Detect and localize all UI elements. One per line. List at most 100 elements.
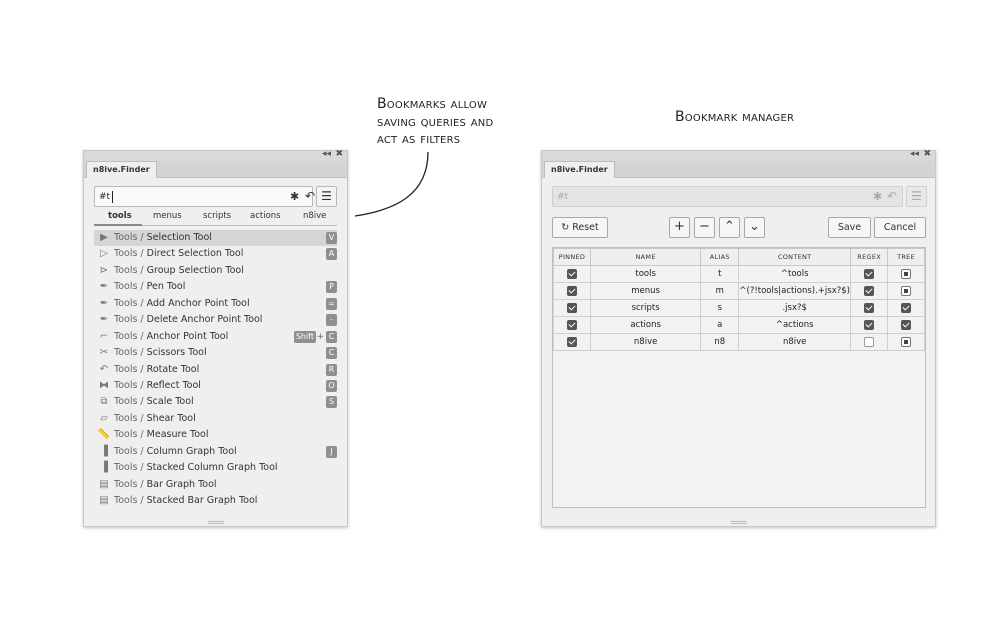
pinned-checkbox[interactable]	[566, 319, 577, 330]
result-row[interactable]: ▐ Tools / Stacked Column Graph Tool	[94, 460, 337, 476]
regex-checkbox[interactable]	[864, 319, 875, 330]
tree-checkbox[interactable]	[901, 302, 912, 313]
column-header-tree[interactable]: Tree	[887, 248, 925, 266]
pinned-checkbox[interactable]	[566, 285, 577, 296]
remove-bookmark-button[interactable]: −	[694, 217, 715, 238]
add-bookmark-button[interactable]: +	[669, 217, 690, 238]
undo-icon[interactable]: ↶	[305, 189, 315, 203]
result-row[interactable]: ⧓ Tools / Reflect Tool O	[94, 378, 337, 394]
pinned-checkbox[interactable]	[566, 336, 577, 347]
pinned-checkbox[interactable]	[566, 302, 577, 313]
result-row[interactable]: ▶ Tools / Selection Tool V	[94, 230, 337, 247]
cell-regex[interactable]	[850, 316, 889, 334]
result-row[interactable]: ▱ Tools / Shear Tool	[94, 411, 337, 427]
filter-tab-tools[interactable]: tools	[108, 211, 132, 221]
cell-alias[interactable]: n8	[700, 333, 740, 351]
result-row[interactable]: ✂ Tools / Scissors Tool C	[94, 345, 337, 361]
finder-titlebar[interactable]: ◂◂ ✖	[84, 149, 347, 161]
manager-tab[interactable]: n8ive.Finder	[544, 161, 615, 178]
table-row[interactable]: scripts s .jsx?$	[553, 299, 925, 317]
tree-checkbox[interactable]	[901, 319, 912, 330]
collapse-icon[interactable]: ◂◂	[322, 149, 331, 159]
close-icon[interactable]: ✖	[335, 149, 343, 159]
regex-checkbox[interactable]	[864, 268, 875, 279]
resize-grip[interactable]	[207, 521, 224, 524]
result-row[interactable]: ▤ Tools / Stacked Bar Graph Tool	[94, 493, 337, 509]
cell-alias[interactable]: t	[700, 265, 740, 283]
result-row[interactable]: ⊳ Tools / Group Selection Tool	[94, 263, 337, 279]
search-input[interactable]	[99, 189, 269, 204]
search-box[interactable]: ✱ ↶	[94, 186, 315, 207]
column-header-name[interactable]: Name	[589, 248, 702, 266]
regex-checkbox[interactable]	[864, 336, 875, 347]
cell-alias[interactable]: s	[700, 299, 740, 317]
cell-content[interactable]: .jsx?$	[738, 299, 852, 317]
table-row[interactable]: n8ive n8 n8ive	[553, 333, 925, 351]
filter-tab-menus[interactable]: menus	[153, 211, 182, 221]
cell-content[interactable]: ^actions	[738, 316, 852, 334]
column-header-pinned[interactable]: Pinned	[553, 248, 591, 266]
tree-checkbox[interactable]	[901, 336, 912, 347]
cell-tree[interactable]	[887, 299, 925, 317]
resize-grip[interactable]	[730, 521, 747, 524]
cell-alias[interactable]: a	[700, 316, 740, 334]
result-row[interactable]: ↶ Tools / Rotate Tool R	[94, 362, 337, 378]
cell-pinned[interactable]	[553, 265, 591, 283]
result-row[interactable]: ⧉ Tools / Scale Tool S	[94, 394, 337, 410]
cell-pinned[interactable]	[553, 316, 591, 334]
save-button[interactable]: Save	[828, 217, 871, 238]
result-row[interactable]: ▐ Tools / Column Graph Tool J	[94, 444, 337, 460]
cell-regex[interactable]	[850, 265, 889, 283]
cell-pinned[interactable]	[553, 299, 591, 317]
column-header-regex[interactable]: Regex	[850, 248, 889, 266]
cell-name[interactable]: tools	[589, 265, 702, 283]
finder-tab[interactable]: n8ive.Finder	[86, 161, 157, 178]
regex-checkbox[interactable]	[864, 285, 875, 296]
cell-alias[interactable]: m	[700, 282, 740, 300]
filter-tab-scripts[interactable]: scripts	[203, 211, 231, 221]
collapse-icon[interactable]: ◂◂	[910, 149, 919, 159]
reset-button[interactable]: ↻ Reset	[552, 217, 608, 238]
result-row[interactable]: ✒ Tools / Add Anchor Point Tool =	[94, 296, 337, 312]
cell-tree[interactable]	[887, 282, 925, 300]
cell-content[interactable]: ^(?!tools|actions).+jsx?$)	[738, 282, 852, 300]
table-row[interactable]: menus m ^(?!tools|actions).+jsx?$)	[553, 282, 925, 300]
table-row[interactable]: actions a ^actions	[553, 316, 925, 334]
regex-checkbox[interactable]	[864, 302, 875, 313]
menu-icon[interactable]: ☰	[316, 186, 337, 207]
result-row[interactable]: ✒ Tools / Delete Anchor Point Tool -	[94, 312, 337, 328]
cell-tree[interactable]	[887, 265, 925, 283]
cell-name[interactable]: n8ive	[589, 333, 702, 351]
cell-name[interactable]: actions	[589, 316, 702, 334]
column-header-alias[interactable]: Alias	[700, 248, 740, 266]
cell-name[interactable]: scripts	[589, 299, 702, 317]
result-row[interactable]: ▷ Tools / Direct Selection Tool A	[94, 246, 337, 262]
cell-content[interactable]: ^tools	[738, 265, 852, 283]
cell-pinned[interactable]	[553, 333, 591, 351]
result-row[interactable]: ⌐ Tools / Anchor Point Tool Shift + C	[94, 329, 337, 345]
cell-regex[interactable]	[850, 299, 889, 317]
tree-checkbox[interactable]	[901, 285, 912, 296]
close-icon[interactable]: ✖	[923, 149, 931, 159]
table-row[interactable]: tools t ^tools	[553, 265, 925, 283]
result-row[interactable]: ✒ Tools / Pen Tool P	[94, 279, 337, 295]
cell-name[interactable]: menus	[589, 282, 702, 300]
filter-tab-n8ive[interactable]: n8ive	[303, 211, 326, 221]
cell-regex[interactable]	[850, 282, 889, 300]
bookmark-star-icon[interactable]: ✱	[290, 190, 299, 203]
move-up-button[interactable]: ⌃	[719, 217, 740, 238]
result-row[interactable]: ▤ Tools / Bar Graph Tool	[94, 477, 337, 493]
cell-pinned[interactable]	[553, 282, 591, 300]
cancel-button[interactable]: Cancel	[874, 217, 926, 238]
move-down-button[interactable]: ⌄	[744, 217, 765, 238]
column-header-content[interactable]: Content	[738, 248, 852, 266]
filter-tab-actions[interactable]: actions	[250, 211, 281, 221]
manager-titlebar[interactable]: ◂◂ ✖	[542, 149, 935, 161]
cell-content[interactable]: n8ive	[738, 333, 852, 351]
cell-regex[interactable]	[850, 333, 889, 351]
tree-checkbox[interactable]	[901, 268, 912, 279]
cell-tree[interactable]	[887, 316, 925, 334]
pinned-checkbox[interactable]	[566, 268, 577, 279]
cell-tree[interactable]	[887, 333, 925, 351]
result-row[interactable]: 📏 Tools / Measure Tool	[94, 427, 337, 443]
